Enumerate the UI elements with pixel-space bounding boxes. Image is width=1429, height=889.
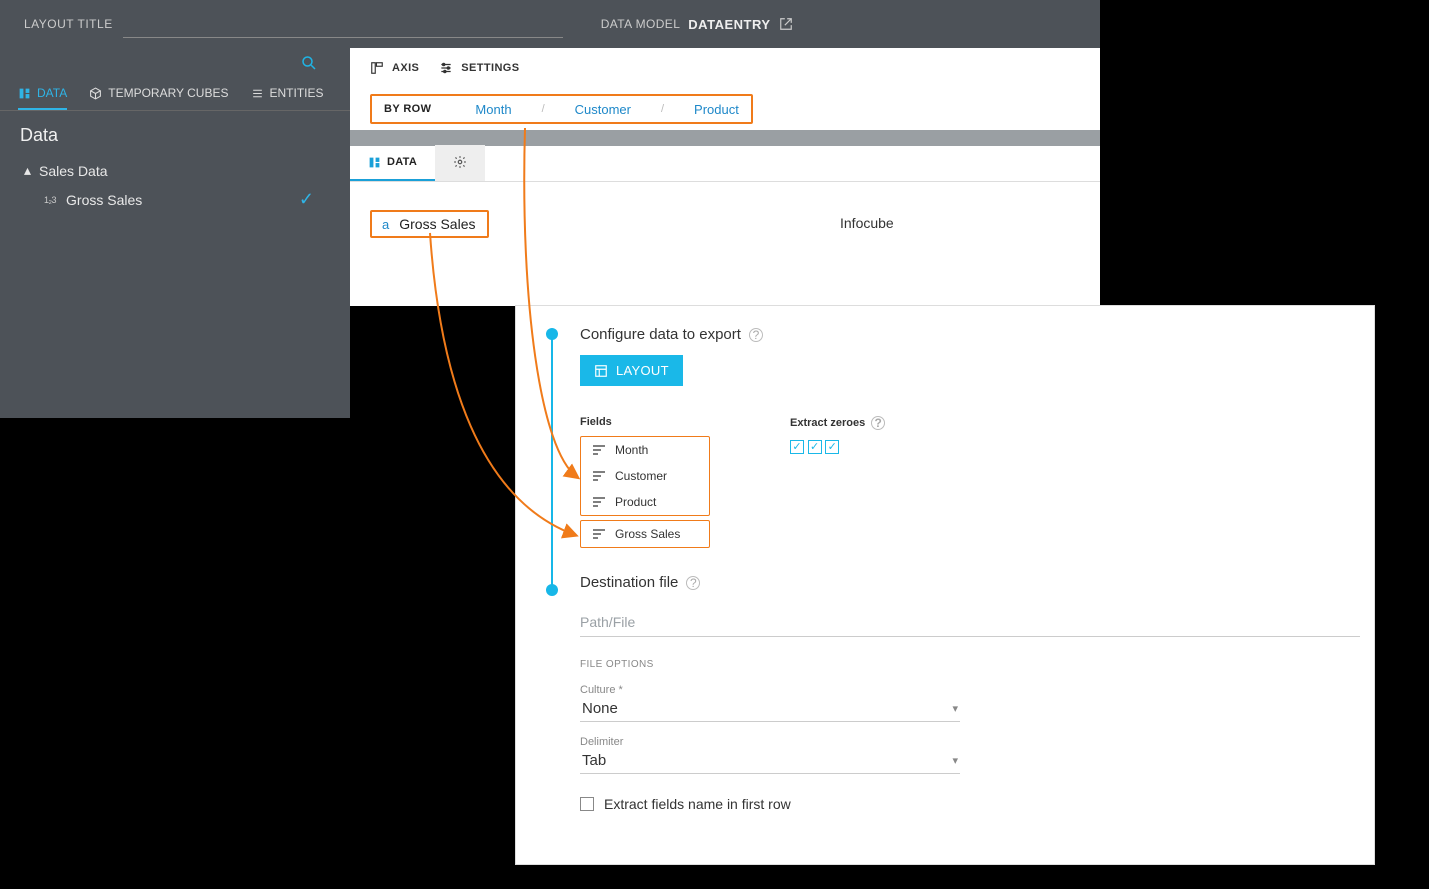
timeline-dot (546, 584, 558, 596)
gear-icon (453, 155, 467, 169)
extract-zero-checkbox-month[interactable]: ✓ (790, 440, 804, 454)
chip-separator: / (661, 103, 664, 115)
layout-title-input[interactable] (123, 10, 563, 38)
axis-label: AXIS (392, 62, 419, 74)
sidebar-tab-temp-cubes-label: TEMPORARY CUBES (108, 86, 228, 100)
sidebar-item-label: Gross Sales (66, 192, 142, 208)
chip-separator: / (542, 103, 545, 115)
timeline-line (551, 336, 553, 590)
fields-box-measures: Gross Sales (580, 520, 710, 548)
fields-box-dimensions: Month Customer Product (580, 436, 710, 516)
data-canvas: a Gross Sales (350, 182, 1100, 306)
layout-icon (594, 364, 608, 378)
config-panel: Configure data to export ? LAYOUT Fields… (515, 305, 1375, 865)
axis-bar: AXIS SETTINGS (350, 48, 1100, 88)
cube-letter: a (382, 217, 389, 232)
extract-zero-heading: Extract zeroes (790, 417, 865, 429)
external-link-icon[interactable] (779, 17, 793, 31)
delimiter-label: Delimiter (580, 736, 960, 748)
byrow-chip-product[interactable]: Product (694, 102, 739, 117)
extract-zero-checkbox-customer[interactable]: ✓ (808, 440, 822, 454)
data-tab-data[interactable]: DATA (350, 145, 435, 181)
data-tabs: DATA (350, 146, 1100, 182)
field-row-product[interactable]: Product (581, 489, 709, 515)
data-model-label: DATA MODEL (601, 17, 681, 31)
help-icon[interactable]: ? (871, 416, 885, 430)
sort-icon (593, 529, 605, 539)
byrow-label: BY ROW (384, 103, 431, 115)
sidebar-item-gross-sales[interactable]: 1₂3 Gross Sales ✓ (0, 183, 350, 216)
field-label: Product (615, 495, 656, 509)
search-icon[interactable] (300, 54, 318, 72)
sidebar-tab-entities-label: ENTITIES (270, 86, 324, 100)
cube-name: Gross Sales (399, 216, 475, 232)
field-row-gross-sales[interactable]: Gross Sales (581, 521, 709, 547)
byrow-chip-month[interactable]: Month (475, 102, 511, 117)
sort-icon (593, 497, 605, 507)
extract-zero-checkbox-product[interactable]: ✓ (825, 440, 839, 454)
sort-icon (593, 471, 605, 481)
cube-slot-gross-sales[interactable]: a Gross Sales (370, 210, 489, 238)
caret-up-icon: ▴ (24, 162, 31, 179)
settings-label: SETTINGS (461, 62, 519, 74)
delimiter-value: Tab (582, 752, 606, 769)
sidebar: DATA TEMPORARY CUBES ENTITIES Data ▴ Sal… (0, 48, 350, 418)
sidebar-tab-temporary-cubes[interactable]: TEMPORARY CUBES (89, 86, 228, 110)
configure-title: Configure data to export (580, 326, 741, 343)
sort-icon (593, 445, 605, 455)
byrow-box: BY ROW Month / Customer / Product (370, 94, 753, 124)
culture-select[interactable]: None ▾ (580, 696, 960, 722)
extract-fieldnames-label: Extract fields name in first row (604, 796, 791, 812)
app-header: LAYOUT TITLE DATA MODEL DATAENTRY (0, 0, 1100, 48)
number-icon: 1₂3 (44, 195, 56, 205)
settings-tab[interactable]: SETTINGS (439, 61, 519, 75)
sidebar-heading: Data (0, 111, 350, 152)
infocube-label: Infocube (840, 215, 894, 231)
check-icon: ✓ (299, 189, 314, 210)
culture-value: None (582, 700, 618, 717)
field-label: Month (615, 443, 648, 457)
field-row-customer[interactable]: Customer (581, 463, 709, 489)
data-tab-label: DATA (387, 156, 417, 168)
destination-title: Destination file (580, 574, 678, 591)
field-row-month[interactable]: Month (581, 437, 709, 463)
layout-button[interactable]: LAYOUT (580, 355, 683, 386)
sidebar-group-label: Sales Data (39, 163, 107, 179)
byrow-chip-customer[interactable]: Customer (575, 102, 631, 117)
field-label: Gross Sales (615, 527, 680, 541)
sidebar-tab-data[interactable]: DATA (18, 86, 67, 110)
sidebar-group-sales-data[interactable]: ▴ Sales Data (0, 152, 350, 183)
culture-label: Culture * (580, 684, 960, 696)
byrow-bar: BY ROW Month / Customer / Product (350, 88, 1100, 130)
data-model-name: DATAENTRY (688, 17, 770, 32)
help-icon[interactable]: ? (686, 576, 700, 590)
help-icon[interactable]: ? (749, 328, 763, 342)
sidebar-tab-entities[interactable]: ENTITIES (251, 86, 324, 110)
fields-heading: Fields (580, 416, 710, 428)
file-options-heading: FILE OPTIONS (580, 659, 1354, 670)
field-label: Customer (615, 469, 667, 483)
sidebar-tab-data-label: DATA (37, 86, 67, 100)
layout-title-label: LAYOUT TITLE (24, 17, 113, 31)
timeline-dot (546, 328, 558, 340)
chevron-down-icon: ▾ (952, 754, 958, 767)
sidebar-tabs: DATA TEMPORARY CUBES ENTITIES (0, 48, 350, 110)
delimiter-select[interactable]: Tab ▾ (580, 748, 960, 774)
layout-button-label: LAYOUT (616, 363, 669, 378)
axis-tab[interactable]: AXIS (370, 61, 419, 75)
chevron-down-icon: ▾ (952, 702, 958, 715)
destination-path-input[interactable] (580, 607, 1360, 637)
data-tab-settings[interactable] (435, 145, 485, 181)
extract-fieldnames-checkbox[interactable] (580, 797, 594, 811)
